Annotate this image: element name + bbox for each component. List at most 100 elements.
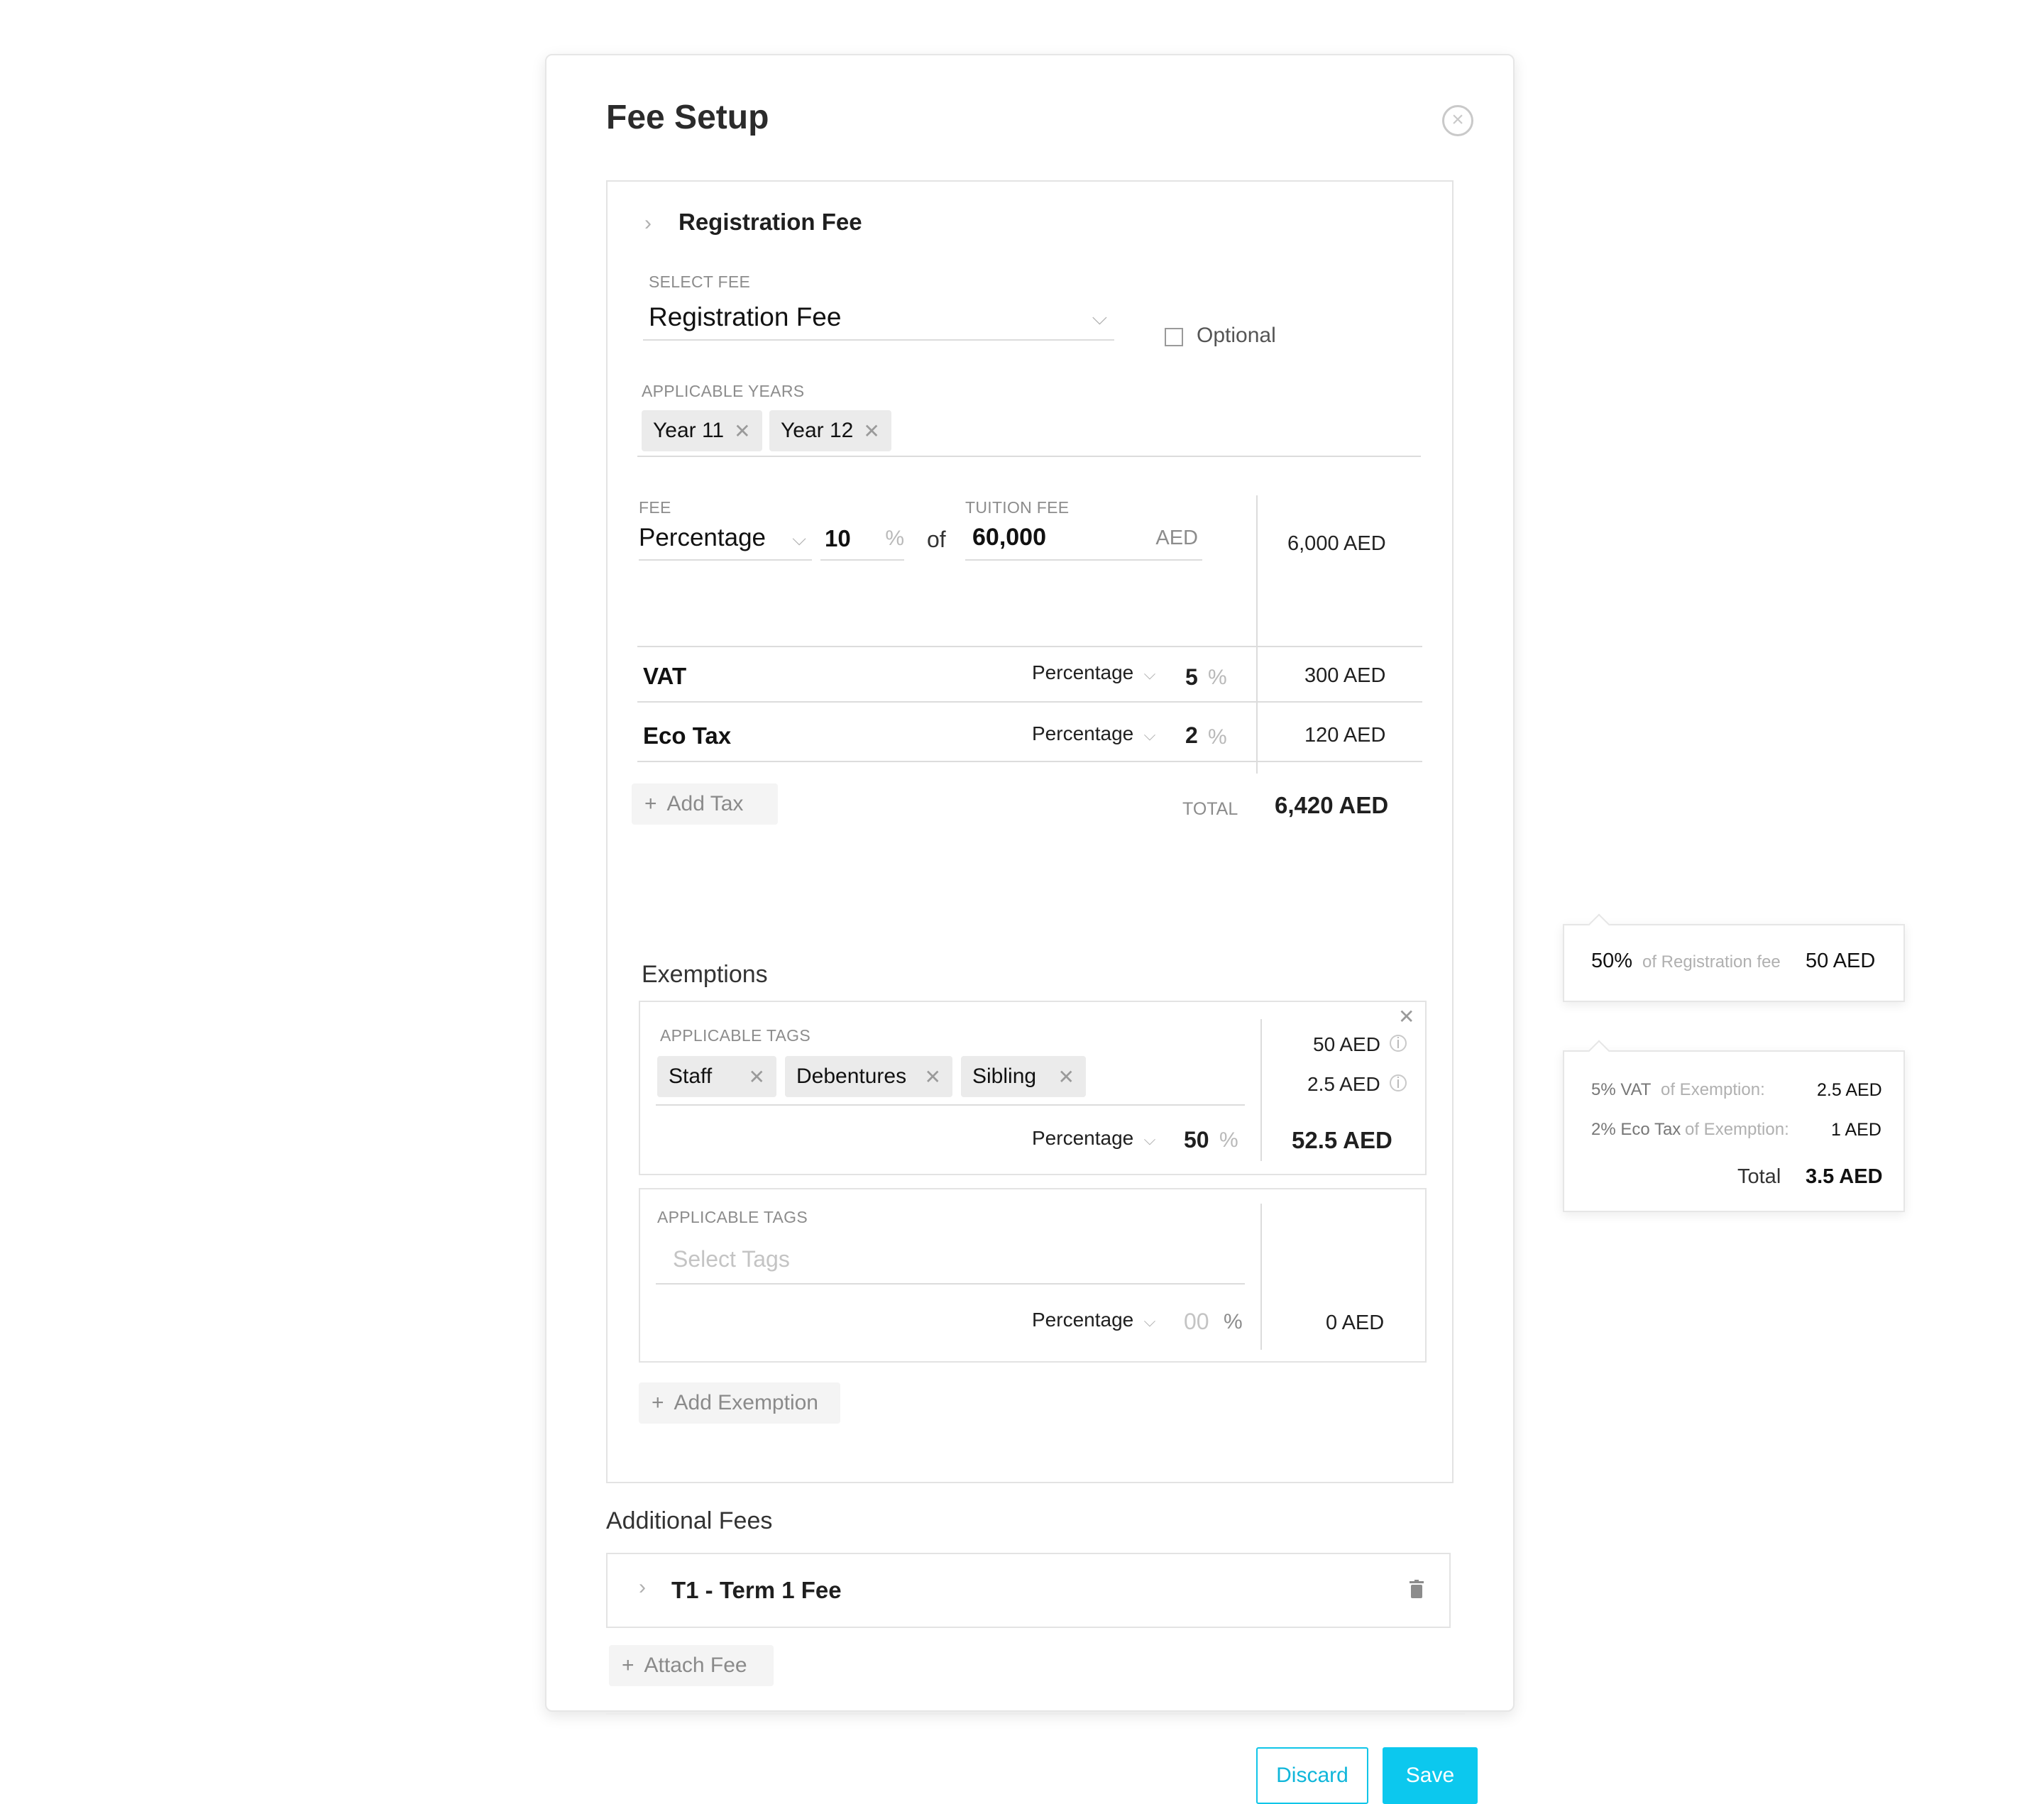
- tuition-currency: AED: [1155, 527, 1198, 549]
- tax-type-value: Percentage: [1032, 661, 1134, 683]
- divider: [637, 761, 1422, 762]
- amount-column-divider: [1260, 1019, 1262, 1161]
- exemption-line-amount: 50 AED: [1313, 1033, 1380, 1055]
- exemption-type-dropdown[interactable]: Percentage ⌵: [1032, 1127, 1160, 1155]
- remove-tag-icon[interactable]: ✕: [1058, 1065, 1075, 1089]
- tooltip-desc: of Registration fee: [1642, 952, 1781, 972]
- tax-type-value: Percentage: [1032, 722, 1134, 744]
- tax-unit: %: [1208, 725, 1227, 749]
- close-icon[interactable]: ×: [1442, 105, 1473, 136]
- fee-label: FEE: [639, 498, 671, 517]
- exemption-unit: %: [1219, 1128, 1238, 1152]
- amount-column-divider: [1260, 1204, 1262, 1350]
- add-tax-button[interactable]: + Add Tax: [632, 783, 778, 825]
- exemption-tag: Staff ✕: [657, 1056, 776, 1097]
- chevron-down-icon: ⌵: [1143, 665, 1156, 683]
- save-button[interactable]: Save: [1383, 1747, 1478, 1804]
- tuition-fee-input[interactable]: 60,000 AED: [965, 517, 1202, 561]
- plus-icon: +: [652, 1391, 664, 1414]
- chevron-down-icon: ⌵: [1143, 1312, 1156, 1330]
- tax-unit: %: [1208, 666, 1227, 689]
- fee-amount: 6,000 AED: [1287, 532, 1386, 555]
- tax-name: Eco Tax: [643, 722, 732, 749]
- tooltip-row-amount: 2.5 AED: [1817, 1080, 1882, 1100]
- total-value: 6,420 AED: [1275, 792, 1389, 818]
- exemption-total: 52.5 AED: [1292, 1127, 1392, 1153]
- remove-tag-icon[interactable]: ✕: [863, 419, 879, 443]
- exemption-value[interactable]: 00: [1184, 1309, 1209, 1335]
- plus-icon: +: [622, 1654, 634, 1677]
- exemption-value[interactable]: 50: [1184, 1127, 1209, 1153]
- attach-fee-label: Attach Fee: [644, 1654, 747, 1677]
- exemption-tag: Debentures ✕: [785, 1056, 952, 1097]
- exemption-tag-label: Staff: [669, 1065, 713, 1088]
- select-fee-dropdown[interactable]: Registration Fee ⌵: [643, 295, 1114, 341]
- tooltip-percent: 50%: [1591, 950, 1633, 972]
- select-fee-underline: [643, 339, 1114, 341]
- additional-fee-row[interactable]: › T1 - Term 1 Fee: [606, 1553, 1451, 1628]
- fee-type-dropdown[interactable]: Percentage ⌵: [639, 517, 812, 561]
- remove-tag-icon[interactable]: ✕: [749, 1065, 765, 1089]
- year-tag: Year 12 ✕: [769, 410, 891, 451]
- exemption-line-amount: 2.5 AED: [1307, 1073, 1380, 1095]
- exemption-breakdown-tooltip: 50% of Registration fee 50 AED: [1563, 913, 1905, 1002]
- tooltip-row-label: 5% VAT: [1591, 1080, 1652, 1099]
- attach-fee-button[interactable]: + Attach Fee: [609, 1645, 774, 1686]
- optional-label: Optional: [1197, 324, 1276, 347]
- additional-fees-heading: Additional Fees: [606, 1507, 773, 1534]
- discard-button[interactable]: Discard: [1256, 1747, 1368, 1804]
- tax-breakdown-tooltip: 5% VAT of Exemption: 2.5 AED 2% Eco Tax …: [1563, 1040, 1905, 1212]
- total-label: TOTAL: [1182, 799, 1238, 819]
- applicable-tags-label: APPLICABLE TAGS: [657, 1208, 808, 1226]
- exemptions-heading: Exemptions: [642, 961, 768, 988]
- remove-tag-icon[interactable]: ✕: [925, 1065, 941, 1089]
- select-tags-input[interactable]: Select Tags: [656, 1239, 1245, 1285]
- fee-type-value: Percentage: [639, 524, 766, 551]
- exemption-card: APPLICABLE TAGS Staff ✕ Debentures ✕ Sibli…: [639, 1001, 1427, 1175]
- tax-amount: 120 AED: [1304, 724, 1386, 747]
- tax-value[interactable]: 5: [1185, 664, 1198, 691]
- add-exemption-button[interactable]: + Add Exemption: [639, 1382, 840, 1424]
- remove-tag-icon[interactable]: ✕: [734, 419, 750, 443]
- chevron-right-icon[interactable]: ›: [644, 211, 652, 236]
- tax-type-dropdown[interactable]: Percentage ⌵: [1032, 722, 1160, 751]
- chevron-right-icon[interactable]: ›: [639, 1575, 646, 1600]
- select-fee-label: SELECT FEE: [649, 273, 751, 291]
- optional-checkbox[interactable]: [1165, 328, 1183, 346]
- tax-type-dropdown[interactable]: Percentage ⌵: [1032, 661, 1160, 690]
- registration-fee-panel: › Registration Fee SELECT FEE Registrati…: [606, 180, 1454, 913]
- divider: [637, 701, 1422, 703]
- info-icon[interactable]: i: [1390, 1074, 1407, 1091]
- tooltip-amount: 50 AED: [1806, 950, 1876, 972]
- applicable-years-label: APPLICABLE YEARS: [642, 382, 805, 400]
- chevron-down-icon: ⌵: [1143, 1131, 1156, 1148]
- fee-type-underline: [639, 559, 812, 561]
- select-tags-placeholder: Select Tags: [673, 1246, 790, 1272]
- tooltip-arrow: [1588, 913, 1610, 936]
- fee-value-input[interactable]: 10 %: [820, 517, 904, 561]
- tooltip-row-amount: 1 AED: [1831, 1120, 1881, 1140]
- info-icon[interactable]: i: [1390, 1035, 1407, 1052]
- fee-value-underline: [820, 559, 904, 561]
- exemption-type-value: Percentage: [1032, 1309, 1134, 1331]
- registration-fee-header[interactable]: Registration Fee: [678, 209, 862, 236]
- trash-icon[interactable]: [1410, 1580, 1424, 1598]
- tax-value[interactable]: 2: [1185, 722, 1198, 749]
- years-underline: [637, 456, 1421, 457]
- divider: [637, 646, 1422, 647]
- year-tag-label: Year 11: [653, 419, 725, 442]
- add-tax-label: Add Tax: [666, 792, 744, 815]
- tooltip-row-label: 2% Eco Tax: [1591, 1120, 1681, 1139]
- close-icon[interactable]: ✕: [1398, 1005, 1414, 1028]
- exemption-total: 0 AED: [1326, 1311, 1385, 1334]
- exemption-unit: %: [1224, 1310, 1243, 1333]
- tuition-fee-underline: [965, 559, 1202, 561]
- exemption-type-dropdown[interactable]: Percentage ⌵: [1032, 1309, 1160, 1337]
- chevron-down-icon: ⌵: [1143, 726, 1156, 744]
- exemption-type-value: Percentage: [1032, 1127, 1134, 1149]
- year-tag-label: Year 12: [781, 419, 854, 442]
- tuition-fee-value: 60,000: [972, 524, 1046, 551]
- plus-icon: +: [644, 792, 657, 815]
- footer-divider: [606, 1713, 1465, 1715]
- tax-name: VAT: [643, 663, 687, 689]
